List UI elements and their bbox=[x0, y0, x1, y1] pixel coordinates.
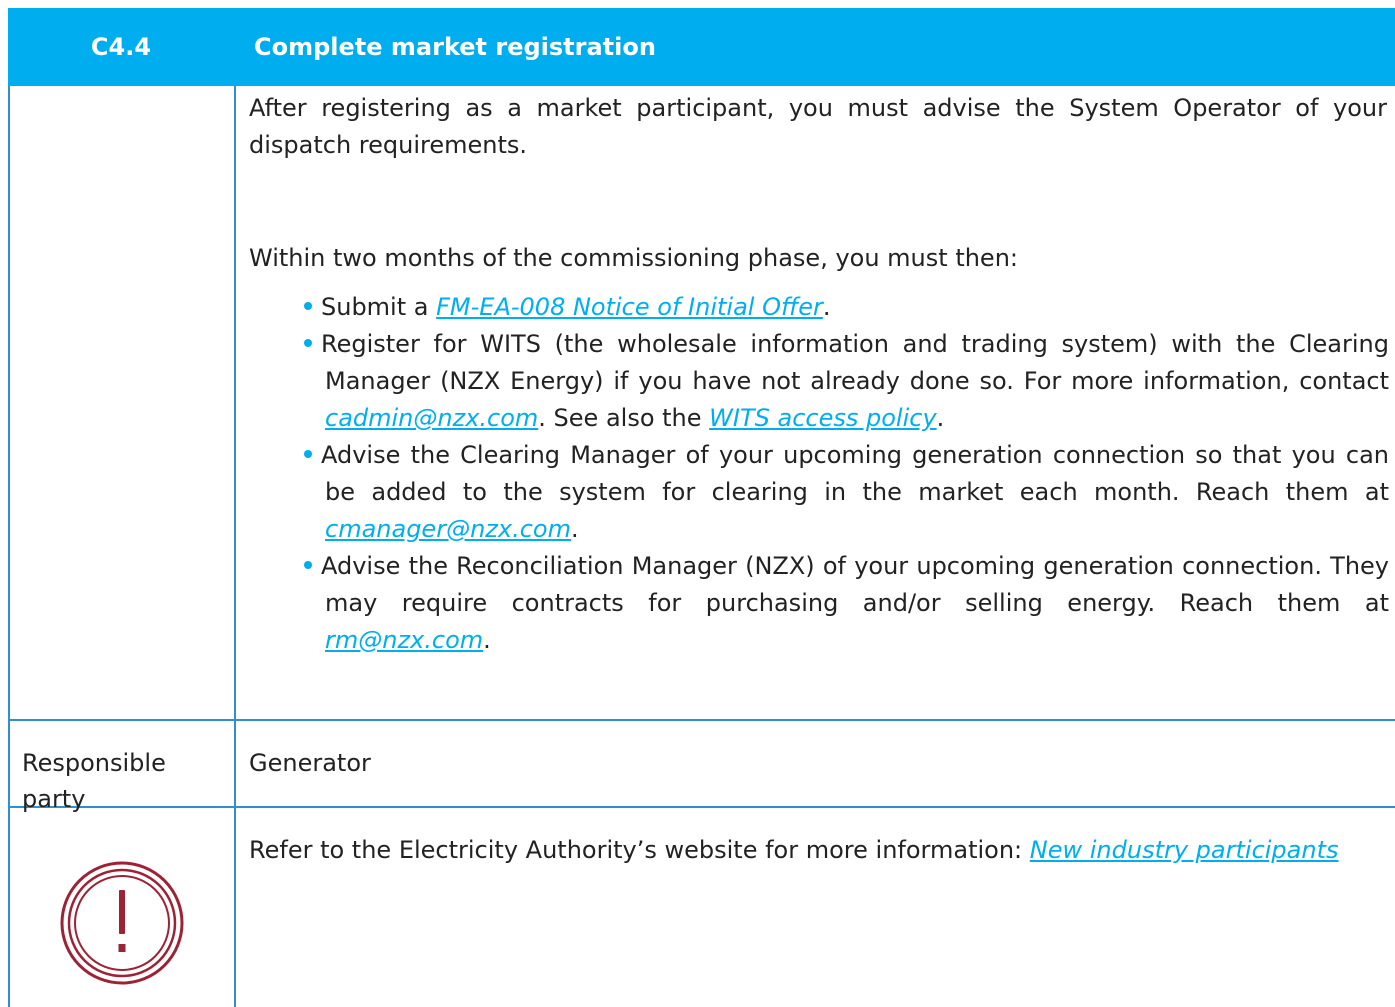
cadmin-email-link[interactable]: cadmin@nzx.com bbox=[325, 404, 538, 432]
requirements-list: Submit a FM-EA-008 Notice of Initial Off… bbox=[249, 289, 1389, 659]
bullet-icon bbox=[304, 339, 312, 347]
responsible-party-value: Generator bbox=[249, 749, 371, 777]
list-item: Register for WITS (the wholesale informa… bbox=[249, 326, 1389, 437]
section-code: C4.4 bbox=[90, 33, 152, 61]
exclamation-circle-icon bbox=[57, 858, 187, 988]
bullet-icon bbox=[304, 302, 312, 310]
new-industry-participants-link[interactable]: New industry participants bbox=[1030, 836, 1339, 864]
row-divider bbox=[8, 719, 1395, 721]
list-item: Submit a FM-EA-008 Notice of Initial Off… bbox=[249, 289, 1389, 326]
bullet-icon bbox=[304, 450, 312, 458]
list-item: Advise the Clearing Manager of your upco… bbox=[249, 437, 1389, 548]
section-header: C4.4 Complete market registration bbox=[8, 8, 1395, 86]
intro-paragraph: After registering as a market participan… bbox=[249, 94, 1387, 159]
notice-of-initial-offer-link[interactable]: FM-EA-008 Notice of Initial Offer bbox=[436, 293, 823, 321]
note-text: Refer to the Electricity Authority’s web… bbox=[249, 836, 1339, 864]
table-left-border bbox=[8, 86, 10, 1007]
responsible-party-label: Responsible party bbox=[22, 749, 166, 813]
section-title: Complete market registration bbox=[254, 33, 656, 61]
rm-email-link[interactable]: rm@nzx.com bbox=[325, 626, 483, 654]
within-paragraph: Within two months of the commissioning p… bbox=[249, 244, 1018, 272]
wits-access-policy-link[interactable]: WITS access policy bbox=[709, 404, 936, 432]
bullet-icon bbox=[304, 561, 312, 569]
cmanager-email-link[interactable]: cmanager@nzx.com bbox=[325, 515, 571, 543]
column-divider bbox=[234, 86, 236, 1007]
list-item: Advise the Reconciliation Manager (NZX) … bbox=[249, 548, 1389, 659]
